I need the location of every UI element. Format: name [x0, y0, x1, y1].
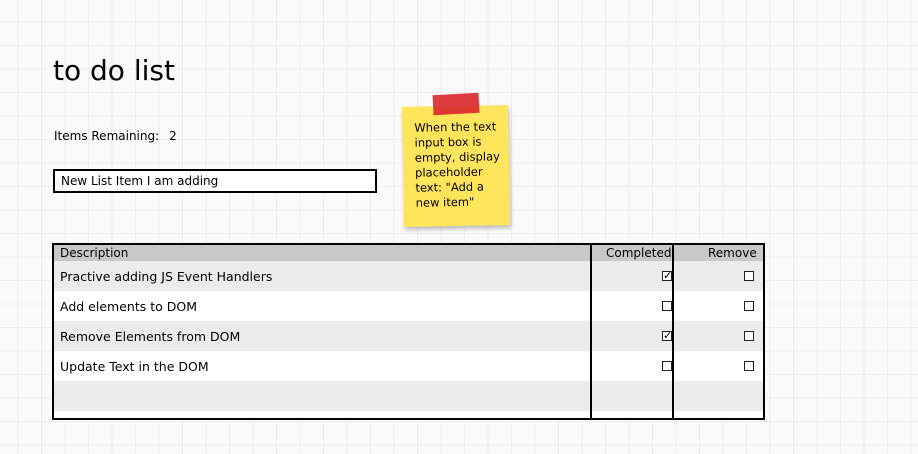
row-description: Add elements to DOM	[60, 298, 197, 314]
empty-row	[54, 381, 763, 411]
remove-checkbox[interactable]	[744, 331, 754, 341]
row-description: Practive adding JS Event Handlers	[60, 268, 273, 284]
header-completed: Completed	[606, 246, 672, 260]
table-row: Practive adding JS Event Handlers ✓	[54, 261, 763, 291]
row-description: Update Text in the DOM	[60, 358, 209, 374]
table-header: Description Completed Remove	[54, 245, 763, 261]
header-description: Description	[60, 246, 129, 260]
row-description: Remove Elements from DOM	[60, 328, 241, 344]
tape-decoration	[432, 92, 480, 116]
remove-checkbox[interactable]	[744, 271, 754, 281]
table-row: Add elements to DOM	[54, 291, 763, 321]
column-divider	[590, 245, 592, 418]
sticky-note: When the text input box is empty, displa…	[401, 105, 511, 227]
completed-checkbox[interactable]: ✓	[662, 270, 672, 281]
items-remaining: Items Remaining: 2	[54, 129, 177, 143]
page-title: to do list	[53, 54, 175, 87]
items-remaining-label: Items Remaining:	[54, 129, 160, 143]
completed-checkbox[interactable]	[662, 361, 672, 371]
new-item-input[interactable]	[53, 169, 377, 193]
completed-checkbox[interactable]: ✓	[662, 330, 672, 341]
remove-checkbox[interactable]	[744, 301, 754, 311]
items-remaining-count: 2	[169, 129, 177, 143]
table-row: Update Text in the DOM	[54, 351, 763, 381]
completed-checkbox[interactable]	[662, 301, 672, 311]
todo-table: Description Completed Remove Practive ad…	[52, 243, 765, 420]
column-divider	[672, 245, 674, 418]
table-row: Remove Elements from DOM ✓	[54, 321, 763, 351]
header-remove: Remove	[708, 246, 757, 260]
remove-checkbox[interactable]	[744, 361, 754, 371]
